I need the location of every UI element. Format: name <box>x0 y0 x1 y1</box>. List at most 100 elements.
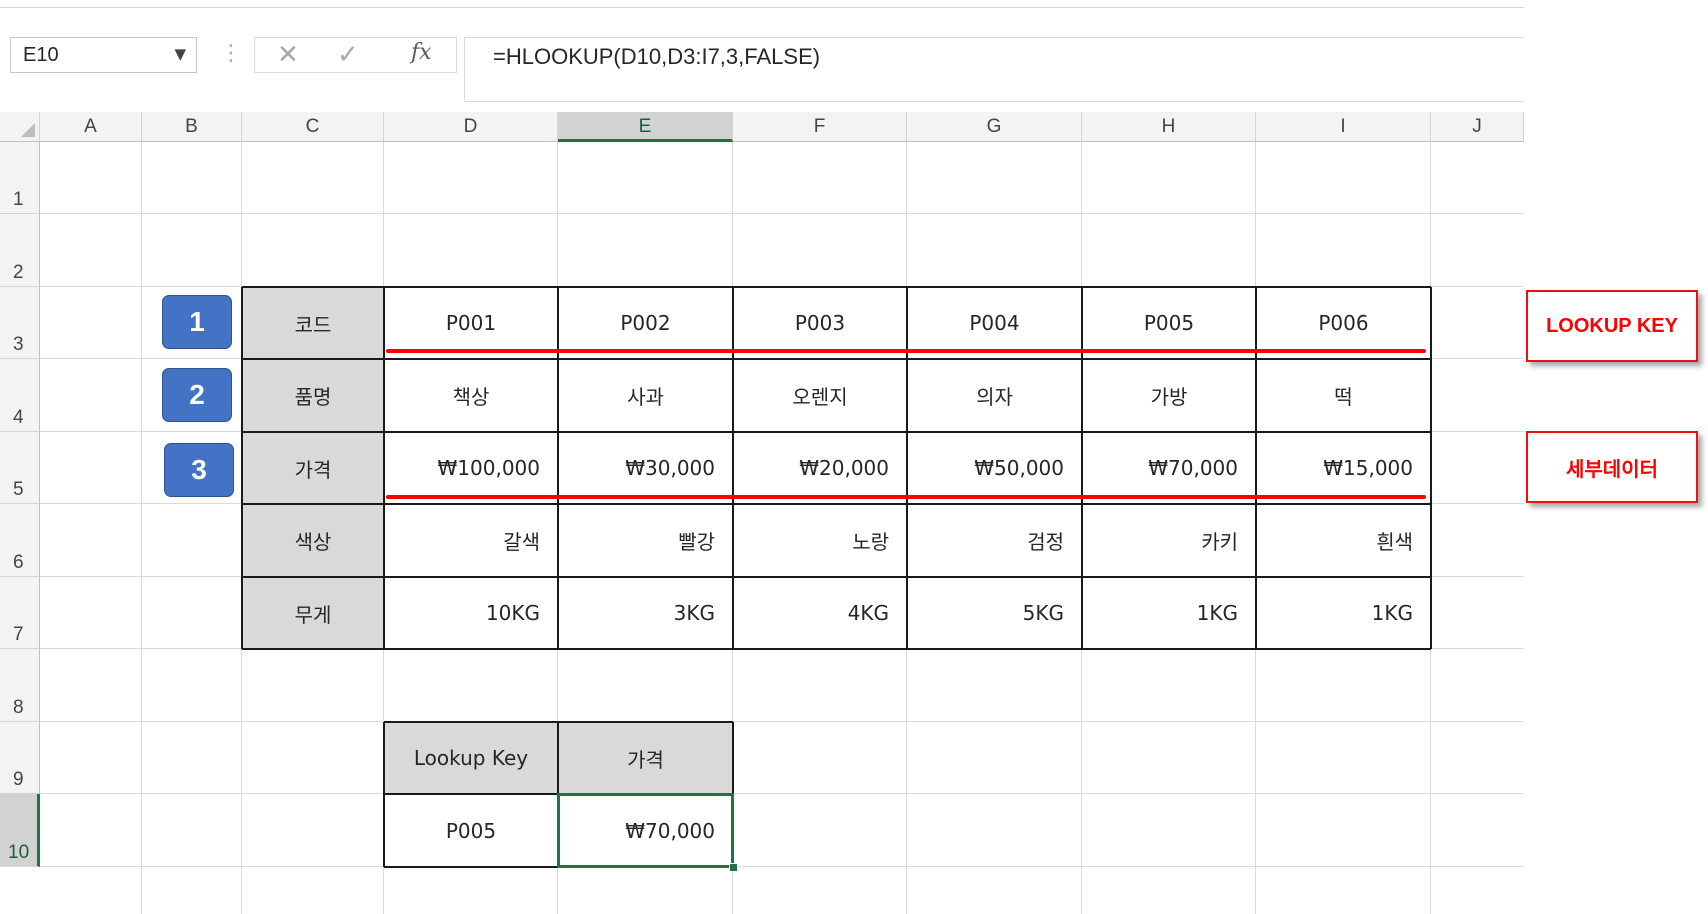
row-header-1[interactable]: 1 <box>0 142 40 214</box>
cell-name[interactable]: 사과 <box>558 359 733 432</box>
table-border <box>242 431 1431 433</box>
lookup-result-header[interactable]: 가격 <box>558 722 733 794</box>
table-border <box>242 286 1431 288</box>
cell-color[interactable]: 빨강 <box>558 504 733 577</box>
cell-color[interactable]: 갈색 <box>384 504 558 577</box>
name-box-value: E10 <box>23 44 59 66</box>
formula-bar-buttons: ✕ ✓ fx <box>254 37 457 73</box>
cell-color[interactable]: 검정 <box>907 504 1082 577</box>
formula-input[interactable]: =HLOOKUP(D10,D3:I7,3,FALSE) <box>464 37 1524 102</box>
chevron-down-icon[interactable]: ▼ <box>174 45 186 63</box>
column-header-e[interactable]: E <box>558 112 733 142</box>
resize-handle-icon[interactable]: ⋮ <box>220 40 242 68</box>
row-header-2[interactable]: 2 <box>0 214 40 287</box>
formula-bar-area: E10 ▼ ⋮ ✕ ✓ fx =HLOOKUP(D10,D3:I7,3,FALS… <box>0 8 1524 112</box>
column-header-g[interactable]: G <box>907 112 1082 142</box>
worksheet-grid[interactable]: A B C D E F G H I J 1 2 3 4 5 6 7 8 9 10 코드 P001 P002 P003 P004 P… <box>0 112 1524 914</box>
cell-name[interactable]: 의자 <box>907 359 1082 432</box>
row-label-price[interactable]: 가격 <box>242 432 384 504</box>
row-header-9[interactable]: 9 <box>0 722 40 794</box>
cell-weight[interactable]: 1KG <box>1082 577 1256 649</box>
column-header-h[interactable]: H <box>1082 112 1256 142</box>
column-header-i[interactable]: I <box>1256 112 1431 142</box>
cell-color[interactable]: 흰색 <box>1256 504 1431 577</box>
row-label-weight[interactable]: 무게 <box>242 577 384 649</box>
callout-detail-data: 세부데이터 <box>1526 431 1698 503</box>
cell-weight[interactable]: 4KG <box>733 577 907 649</box>
lookup-key-header[interactable]: Lookup Key <box>384 722 558 794</box>
row-label-code[interactable]: 코드 <box>242 287 384 359</box>
table-border <box>242 358 1431 360</box>
row-header-3[interactable]: 3 <box>0 287 40 359</box>
column-header-j[interactable]: J <box>1431 112 1524 142</box>
table-border <box>242 503 1431 505</box>
enter-check-icon[interactable]: ✓ <box>337 40 359 70</box>
column-header-a[interactable]: A <box>40 112 142 142</box>
table-border <box>1255 287 1257 649</box>
step-badge-2: 2 <box>162 368 232 422</box>
ribbon-edge <box>0 0 1524 8</box>
cell-color[interactable]: 노랑 <box>733 504 907 577</box>
row-number: 3 <box>13 334 24 355</box>
cell-price[interactable]: ₩20,000 <box>733 432 907 504</box>
cell-name[interactable]: 책상 <box>384 359 558 432</box>
row-number: 8 <box>13 697 24 718</box>
detail-data-underline <box>386 495 1426 499</box>
row-label-color[interactable]: 색상 <box>242 504 384 577</box>
row-header-8[interactable]: 8 <box>0 649 40 722</box>
table-border <box>242 648 1431 650</box>
cell-color[interactable]: 카키 <box>1082 504 1256 577</box>
row-header-7[interactable]: 7 <box>0 577 40 649</box>
table-border <box>242 576 1431 578</box>
table-border <box>241 287 243 649</box>
cell-name[interactable]: 오렌지 <box>733 359 907 432</box>
row-number: 1 <box>13 189 24 210</box>
cell-price[interactable]: ₩30,000 <box>558 432 733 504</box>
row-header-5[interactable]: 5 <box>0 432 40 504</box>
cell-weight[interactable]: 1KG <box>1256 577 1431 649</box>
insert-function-icon[interactable]: fx <box>411 40 432 65</box>
column-header-c[interactable]: C <box>242 112 384 142</box>
table-border <box>557 287 559 649</box>
column-header-f[interactable]: F <box>733 112 907 142</box>
cell-weight[interactable]: 3KG <box>558 577 733 649</box>
row-number: 5 <box>13 479 24 500</box>
active-cell-selection <box>557 793 734 868</box>
cell-price[interactable]: ₩100,000 <box>384 432 558 504</box>
row-header-4[interactable]: 4 <box>0 359 40 432</box>
row-number: 9 <box>13 769 24 790</box>
cell-price[interactable]: ₩70,000 <box>1082 432 1256 504</box>
cell-price[interactable]: ₩50,000 <box>907 432 1082 504</box>
name-box[interactable]: E10 ▼ <box>10 37 197 73</box>
column-header-d[interactable]: D <box>384 112 558 142</box>
row-header-6[interactable]: 6 <box>0 504 40 577</box>
column-header-b[interactable]: B <box>142 112 242 142</box>
row-number: 6 <box>13 552 24 573</box>
fill-handle[interactable] <box>729 863 738 872</box>
cell-weight[interactable]: 10KG <box>384 577 558 649</box>
select-all-button[interactable] <box>0 112 40 142</box>
select-all-icon <box>21 123 35 137</box>
lookup-key-cell[interactable]: P005 <box>384 794 558 867</box>
cell-name[interactable]: 가방 <box>1082 359 1256 432</box>
step-badge-1: 1 <box>162 295 232 349</box>
formula-text: =HLOOKUP(D10,D3:I7,3,FALSE) <box>493 44 821 69</box>
gridline-horizontal <box>40 866 1524 867</box>
gridline-vertical <box>141 142 142 914</box>
lookup-key-underline <box>386 349 1426 353</box>
gridline-horizontal <box>40 793 1524 794</box>
row-header-10[interactable]: 10 <box>0 794 40 867</box>
cell-name[interactable]: 떡 <box>1256 359 1431 432</box>
row-number: 2 <box>13 262 24 283</box>
table-border <box>1081 287 1083 649</box>
cancel-icon[interactable]: ✕ <box>277 40 299 70</box>
gridline-horizontal <box>40 721 1524 722</box>
table-border <box>384 721 733 723</box>
table-border <box>383 287 385 649</box>
table-border <box>1430 287 1432 649</box>
cell-price[interactable]: ₩15,000 <box>1256 432 1431 504</box>
step-badge-3: 3 <box>164 443 234 497</box>
row-label-name[interactable]: 품명 <box>242 359 384 432</box>
cell-weight[interactable]: 5KG <box>907 577 1082 649</box>
table-border <box>732 287 734 649</box>
